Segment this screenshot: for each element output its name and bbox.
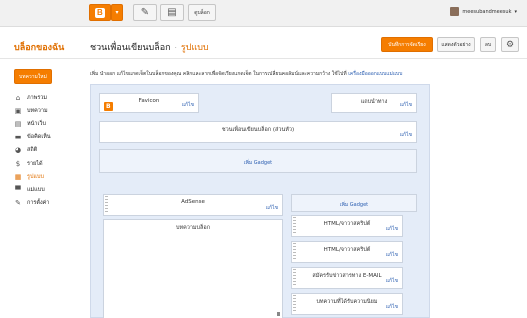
edit-link[interactable]: แก้ไข — [386, 303, 398, 311]
breadcrumb: ชวนเพื่อนเขียนบล็อก · รูปแบบ — [90, 40, 209, 54]
sidebar-item-label: ภาพรวม — [27, 94, 48, 101]
earnings-icon: $ — [15, 159, 21, 168]
edit-link[interactable]: แก้ไข — [386, 251, 398, 259]
sidebar-item-label: การตั้งค่า — [27, 200, 50, 207]
settings-icon: ✎ — [15, 199, 21, 208]
sidebar-item-label: แม่แบบ — [27, 186, 45, 193]
chevron-down-icon: ▾ — [514, 8, 517, 15]
sidebar-item-label: รูปแบบ — [27, 173, 44, 180]
sidebar-item-label: บทความ — [27, 107, 48, 114]
edit-link[interactable]: แก้ไข — [386, 277, 398, 285]
sidebar-item-label: ข้อคิดเห็น — [27, 134, 51, 141]
page-title: รูปแบบ — [180, 43, 209, 53]
comments-icon: ▬ — [14, 133, 22, 142]
sidebar-item-posts[interactable]: ▣ บทความ — [14, 104, 84, 117]
view-blog-button[interactable]: ดูบล็อก — [188, 4, 216, 21]
sidebar-item-template[interactable]: ▀ แม่แบบ — [14, 183, 84, 196]
adsense-gadget[interactable]: AdSense แก้ไข — [103, 194, 283, 216]
blog-posts-gadget[interactable]: บทความบล็อก — [103, 219, 283, 318]
blog-menu-caret[interactable]: ▾ — [111, 4, 123, 21]
sidebar-item-comments[interactable]: ▬ ข้อคิดเห็น — [14, 131, 84, 144]
posts-list-button[interactable]: ▤ — [160, 4, 184, 21]
add-gadget-area-side[interactable]: เพิ่ม Gadget — [291, 194, 417, 212]
sidebar-item-overview[interactable]: ⌂ ภาพรวม — [14, 91, 84, 104]
pages-icon: ▤ — [14, 119, 22, 128]
sidebar-item-stats[interactable]: ◕ สถิติ — [14, 144, 84, 157]
add-gadget-link[interactable]: เพิ่ม Gadget — [292, 201, 416, 209]
stats-icon: ◕ — [14, 146, 22, 155]
pencil-icon: ✎ — [140, 7, 150, 18]
preview-button[interactable]: แสดงตัวอย่าง — [437, 37, 475, 52]
sidebar-item-label: รายได้ — [27, 160, 43, 167]
edit-link[interactable]: แก้ไข — [400, 101, 412, 109]
header-divider — [0, 58, 527, 59]
top-bar: ▾ ✎ ▤ ดูบล็อก meesubandmeesuk ▾ — [0, 0, 527, 27]
posts-icon: ▣ — [14, 106, 22, 115]
edit-link[interactable]: แก้ไข — [266, 204, 278, 212]
edit-link[interactable]: แก้ไข — [182, 101, 194, 109]
add-gadget-area-top[interactable]: เพิ่ม Gadget — [99, 149, 417, 173]
blogger-icon — [95, 7, 105, 18]
sidebar-item-label: สถิติ — [27, 147, 38, 154]
user-name: meesubandmeesuk — [462, 8, 512, 15]
resize-handle[interactable] — [277, 312, 280, 316]
side-gadget[interactable]: บทความที่ได้รับความนิยม แก้ไข — [291, 293, 403, 315]
sidebar-nav: ⌂ ภาพรวม ▣ บทความ ▤ หน้าเว็บ ▬ ข้อคิดเห็น ◕ ส… — [14, 91, 84, 210]
side-gadget[interactable]: HTML/จาวาสคริปต์ แก้ไข — [291, 215, 403, 237]
gadget-title: บทความบล็อก — [175, 225, 211, 231]
layout-canvas: Favicon แก้ไข แถบนำทาง แก้ไข ชวนเพื่อนเข… — [90, 84, 430, 318]
blogger-logo-button[interactable] — [89, 4, 111, 21]
template-designer-link[interactable]: เครื่องมือออกแบบแม่แบบ — [348, 71, 402, 77]
avatar — [450, 7, 460, 16]
navbar-gadget[interactable]: แถบนำทาง แก้ไข — [331, 93, 417, 113]
gadget-title: AdSense — [181, 199, 205, 205]
home-icon: ⌂ — [15, 93, 21, 102]
sidebar-item-pages[interactable]: ▤ หน้าเว็บ — [14, 117, 84, 130]
edit-link[interactable]: แก้ไข — [386, 225, 398, 233]
gadget-title: ชวนเพื่อนเขียนบล็อก (ส่วนหัว) — [221, 127, 295, 133]
sidebar-item-earnings[interactable]: $ รายได้ — [14, 157, 84, 170]
new-post-pencil-button[interactable]: ✎ — [133, 4, 157, 21]
clear-button[interactable]: ลบ — [480, 37, 496, 52]
sidebar-item-layout[interactable]: ▦ รูปแบบ — [14, 170, 84, 183]
side-gadget[interactable]: HTML/จาวาสคริปต์ แก้ไข — [291, 241, 403, 263]
side-gadget[interactable]: สมัครรับข่าวสารทาง E-MAIL แก้ไข — [291, 267, 403, 289]
sidebar-item-label: หน้าเว็บ — [27, 120, 46, 127]
template-icon: ▀ — [15, 185, 21, 194]
settings-gear-button[interactable]: ⚙ — [501, 37, 519, 52]
save-arrangement-button[interactable]: บันทึกการจัดเรียง — [381, 37, 433, 52]
layout-description: เพิ่ม นำออก แก้ไขแกดเจ็ตในบล็อกของคุณ คล… — [90, 70, 510, 78]
gear-icon: ⚙ — [505, 39, 515, 50]
description-text: เพิ่ม นำออก แก้ไขแกดเจ็ตในบล็อกของคุณ คล… — [90, 71, 347, 77]
breadcrumb-blog-title[interactable]: ชวนเพื่อนเขียนบล็อก — [90, 40, 171, 54]
sidebar-item-settings[interactable]: ✎ การตั้งค่า — [14, 197, 84, 210]
edit-link[interactable]: แก้ไข — [400, 131, 412, 139]
header-gadget[interactable]: ชวนเพื่อนเขียนบล็อก (ส่วนหัว) แก้ไข — [99, 121, 417, 143]
add-gadget-link[interactable]: เพิ่ม Gadget — [100, 159, 416, 167]
breadcrumb-separator: · — [174, 44, 177, 52]
new-post-button[interactable]: บทความใหม่ — [14, 69, 52, 84]
my-blogs-link[interactable]: บล็อกของฉัน — [14, 40, 64, 54]
layout-icon: ▦ — [14, 172, 22, 181]
document-icon: ▤ — [167, 7, 177, 18]
favicon-gadget[interactable]: Favicon แก้ไข — [99, 93, 199, 113]
account-menu[interactable]: meesubandmeesuk ▾ — [450, 7, 517, 16]
